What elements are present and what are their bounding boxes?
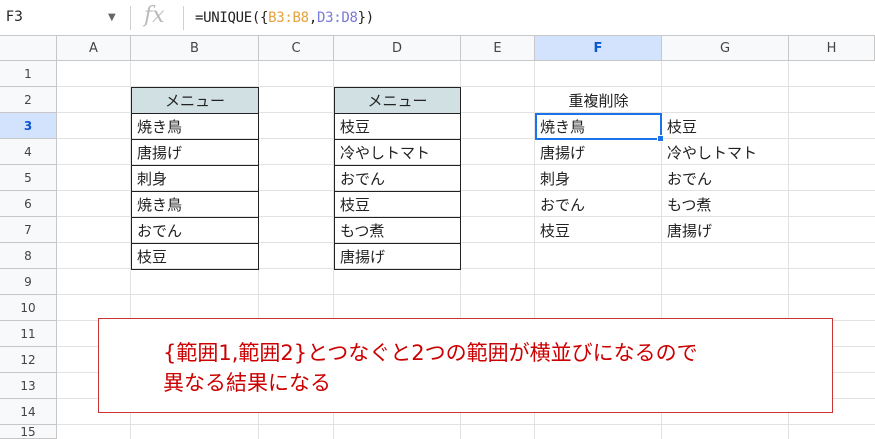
table-b-cell[interactable]: おでん bbox=[131, 217, 259, 243]
column-header-c[interactable]: C bbox=[259, 36, 334, 61]
formula-range2: D3:D8 bbox=[316, 10, 358, 26]
table-d-cell[interactable]: 唐揚げ bbox=[334, 243, 461, 270]
annotation-box[interactable]: {範囲1,範囲2}とつなぐと2つの範囲が横並びになるので 異なる結果になる bbox=[98, 318, 833, 413]
annotation-line-2: 異なる結果になる bbox=[163, 371, 331, 395]
row-header-8[interactable]: 8 bbox=[0, 243, 57, 269]
name-box-dropdown-icon[interactable]: ▼ bbox=[108, 12, 116, 23]
divider bbox=[183, 6, 184, 30]
result-g-cell[interactable]: おでん bbox=[662, 165, 789, 191]
row-header-14[interactable]: 14 bbox=[0, 399, 57, 425]
row-header-13[interactable]: 13 bbox=[0, 373, 57, 399]
row-header-2[interactable]: 2 bbox=[0, 87, 57, 113]
formula-bar: F3 ▼ fx =UNIQUE({B3:B8,D3:D8}) bbox=[0, 0, 875, 36]
annotation-line-1: {範囲1,範囲2}とつなぐと2つの範囲が横並びになるので bbox=[163, 341, 698, 365]
gridline bbox=[57, 294, 875, 295]
fx-icon: fx bbox=[144, 3, 165, 28]
row-header-12[interactable]: 12 bbox=[0, 347, 57, 373]
table-b-cell[interactable]: 焼き鳥 bbox=[131, 113, 259, 139]
result-g-cell[interactable]: 枝豆 bbox=[662, 113, 789, 139]
table-d-cell[interactable]: 枝豆 bbox=[334, 113, 461, 139]
row-header-7[interactable]: 7 bbox=[0, 217, 57, 243]
result-g-cell[interactable]: 冷やしトマト bbox=[662, 139, 789, 165]
row-header-3[interactable]: 3 bbox=[0, 113, 57, 139]
row-header-9[interactable]: 9 bbox=[0, 269, 57, 295]
column-header-h[interactable]: H bbox=[789, 36, 875, 61]
column-header-b[interactable]: B bbox=[131, 36, 259, 61]
table-b-cell[interactable]: 刺身 bbox=[131, 165, 259, 191]
formula-prefix: =UNIQUE({ bbox=[195, 10, 269, 26]
column-header-f[interactable]: F bbox=[535, 36, 662, 61]
table-d-cell[interactable]: 枝豆 bbox=[334, 191, 461, 217]
formula-suffix: }) bbox=[357, 10, 375, 26]
table-d-cell[interactable]: おでん bbox=[334, 165, 461, 191]
column-header-g[interactable]: G bbox=[662, 36, 789, 61]
row-header-1[interactable]: 1 bbox=[0, 61, 57, 87]
formula-range1: B3:B8 bbox=[268, 10, 309, 26]
formula-comma: , bbox=[308, 10, 317, 26]
column-header-e[interactable]: E bbox=[461, 36, 535, 61]
name-box[interactable]: F3 bbox=[6, 9, 23, 25]
active-cell-selection bbox=[535, 113, 662, 140]
table-d-header[interactable]: メニュー bbox=[334, 87, 461, 113]
table-b-cell[interactable]: 枝豆 bbox=[131, 243, 259, 270]
gridline bbox=[57, 424, 875, 425]
select-all-corner[interactable] bbox=[0, 36, 57, 61]
table-b-header[interactable]: メニュー bbox=[131, 87, 259, 113]
formula-input[interactable]: =UNIQUE({B3:B8,D3:D8}) bbox=[195, 10, 374, 26]
table-d-cell[interactable]: 冷やしトマト bbox=[334, 139, 461, 165]
row-header-11[interactable]: 11 bbox=[0, 321, 57, 347]
row-header-6[interactable]: 6 bbox=[0, 191, 57, 217]
divider bbox=[130, 6, 131, 30]
result-f-cell[interactable]: 刺身 bbox=[535, 165, 662, 191]
fill-handle[interactable] bbox=[657, 135, 664, 142]
row-header-15[interactable]: 15 bbox=[0, 425, 57, 439]
row-header-5[interactable]: 5 bbox=[0, 165, 57, 191]
table-d-cell[interactable]: もつ煮 bbox=[334, 217, 461, 243]
result-header[interactable]: 重複削除 bbox=[535, 87, 662, 113]
row-header-10[interactable]: 10 bbox=[0, 295, 57, 321]
table-b-cell[interactable]: 唐揚げ bbox=[131, 139, 259, 165]
table-b-cell[interactable]: 焼き鳥 bbox=[131, 191, 259, 217]
result-f-cell[interactable]: おでん bbox=[535, 191, 662, 217]
result-g-cell[interactable]: 唐揚げ bbox=[662, 217, 789, 243]
result-g-cell[interactable]: もつ煮 bbox=[662, 191, 789, 217]
result-f-cell[interactable]: 枝豆 bbox=[535, 217, 662, 243]
row-header-4[interactable]: 4 bbox=[0, 139, 57, 165]
column-header-d[interactable]: D bbox=[334, 36, 461, 61]
result-f-cell[interactable]: 唐揚げ bbox=[535, 139, 662, 165]
column-header-a[interactable]: A bbox=[57, 36, 131, 61]
